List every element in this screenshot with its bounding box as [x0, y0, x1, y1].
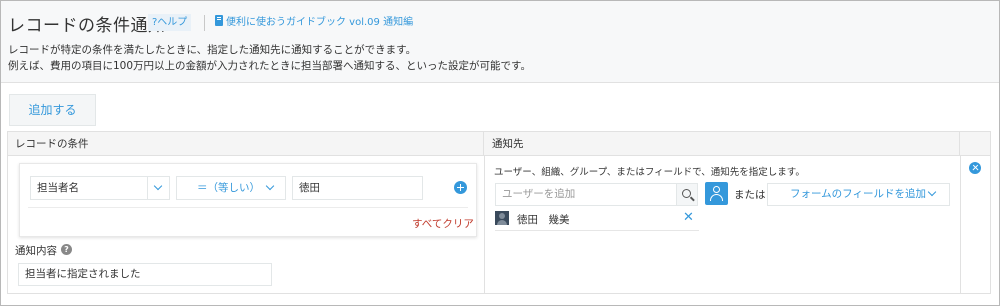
- page-title: レコードの条件通知: [8, 16, 166, 36]
- question-icon[interactable]: ?: [61, 244, 72, 255]
- search-icon-handle: [690, 196, 695, 202]
- add-condition-icon[interactable]: [454, 181, 467, 194]
- notify-content-label: 通知内容: [15, 245, 57, 257]
- list-item: 徳田 幾美 ✕: [495, 210, 699, 231]
- column-header-actions: [960, 132, 990, 156]
- org-select-button[interactable]: [705, 182, 728, 205]
- condition-divider: [28, 207, 468, 208]
- column-header-destination: 通知先: [484, 132, 960, 156]
- condition-operator-value: ＝（等しい）: [197, 182, 260, 194]
- chevron-down-icon: [265, 181, 275, 191]
- destination-description: ユーザー、組織、グループ、またはフィールドで、通知先を指定します。: [494, 167, 805, 178]
- user-name: 徳田 幾美: [517, 214, 570, 226]
- condition-notification-panel: レコードの条件通知 ?ヘルプ 便利に使おうガイドブック vol.09 通知編 レ…: [0, 0, 1000, 306]
- or-label: または: [734, 189, 766, 201]
- chevron-down-icon: [153, 181, 163, 191]
- add-form-field-label: フォームのフィールドを追加: [790, 188, 926, 200]
- condition-field-dropdown[interactable]: [147, 177, 169, 199]
- description-line-1: レコードが特定の条件を満たしたときに、指定した通知先に通知することができます。: [8, 44, 417, 56]
- add-button[interactable]: 追加する: [9, 94, 96, 126]
- user-search-input[interactable]: ユーザーを追加: [495, 183, 677, 206]
- description-line-2: 例えば、費用の項目に100万円以上の金額が入力されたときに担当部署へ通知する、と…: [8, 60, 531, 72]
- condition-operator-select[interactable]: ＝（等しい）: [176, 176, 286, 200]
- close-icon[interactable]: ✕: [683, 211, 694, 225]
- chevron-down-icon: [927, 187, 937, 197]
- page-header: レコードの条件通知 ?ヘルプ 便利に使おうガイドブック vol.09 通知編 レ…: [1, 1, 999, 83]
- header-separator: [204, 15, 205, 31]
- condition-value-input[interactable]: 徳田: [292, 176, 423, 200]
- add-form-field-select[interactable]: フォームのフィールドを追加: [767, 183, 950, 206]
- condition-editor: 担当者名 ＝（等しい） 徳田 すべてクリア: [19, 163, 477, 237]
- column-header-condition: レコードの条件: [8, 132, 484, 156]
- column-divider: [484, 156, 485, 293]
- search-button[interactable]: [676, 183, 698, 206]
- condition-field-select[interactable]: 担当者名: [30, 176, 170, 200]
- book-icon: [215, 15, 223, 26]
- user-org-icon-body: [710, 194, 723, 201]
- guidebook-link[interactable]: 便利に使おうガイドブック vol.09 通知編: [215, 15, 413, 31]
- avatar: [495, 211, 509, 225]
- condition-field-value: 担当者名: [37, 182, 79, 194]
- close-circle-icon[interactable]: [969, 162, 981, 174]
- column-divider: [960, 156, 961, 293]
- guidebook-link-label: 便利に使おうガイドブック vol.09 通知編: [226, 17, 414, 28]
- user-org-icon: [713, 186, 720, 193]
- notify-content-input[interactable]: 担当者に指定されました: [18, 263, 272, 286]
- help-link[interactable]: ?ヘルプ: [148, 14, 192, 31]
- clear-all-link[interactable]: すべてクリア: [412, 216, 474, 231]
